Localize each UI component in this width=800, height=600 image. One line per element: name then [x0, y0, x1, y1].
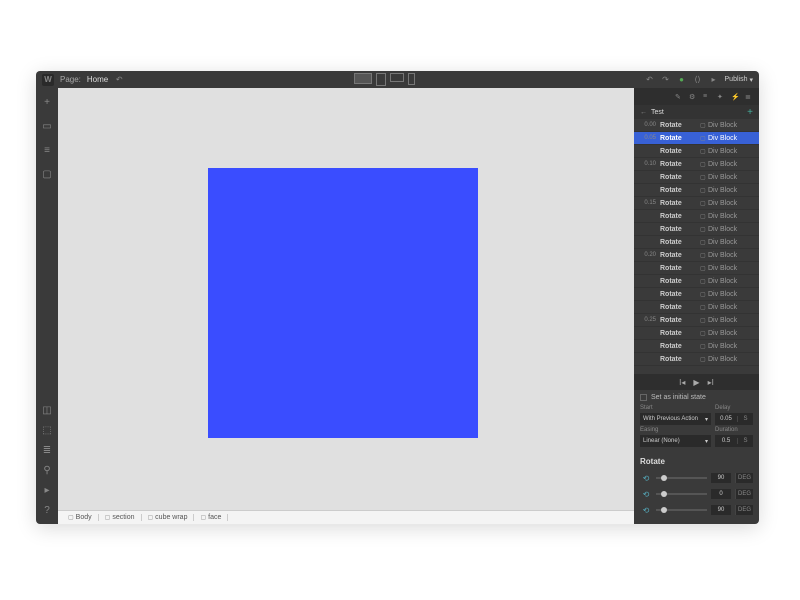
rotate-value-input[interactable]: 0 [711, 489, 731, 499]
delay-label: Delay [715, 405, 753, 411]
initial-state-checkbox[interactable] [640, 394, 647, 401]
add-action-button[interactable]: + [747, 107, 753, 118]
device-switcher [124, 73, 644, 86]
timeline-row[interactable]: Rotate▢Div Block [634, 327, 759, 340]
rotate-slider[interactable] [656, 477, 707, 479]
effects-tab-icon[interactable]: ✦ [717, 93, 725, 101]
rotate-unit: DEG [735, 489, 753, 499]
duration-label: Duration [715, 427, 753, 433]
timeline-row[interactable]: Rotate▢Div Block [634, 210, 759, 223]
breadcrumb-item[interactable]: ▢Body [62, 514, 99, 521]
code-icon[interactable]: ⟨⟩ [693, 75, 703, 85]
logo[interactable]: W [42, 74, 54, 86]
navigator-icon[interactable]: ◫ [41, 404, 53, 416]
cube-face[interactable] [208, 168, 478, 438]
timeline-row[interactable]: 0.20Rotate▢Div Block [634, 249, 759, 262]
start-label: Start [640, 405, 711, 411]
delay-input[interactable]: 0.05 S [715, 413, 753, 425]
axis-icon: ⟲ [640, 504, 652, 516]
canvas[interactable] [58, 88, 634, 510]
rotate-slider[interactable] [656, 493, 707, 495]
timeline-row[interactable]: Rotate▢Div Block [634, 236, 759, 249]
timeline-row[interactable]: Rotate▢Div Block [634, 275, 759, 288]
timeline-row[interactable]: Rotate▢Div Block [634, 353, 759, 366]
timeline-row[interactable]: 0.15Rotate▢Div Block [634, 197, 759, 210]
publish-button[interactable]: Publish ▾ [725, 76, 753, 84]
settings-tab-icon[interactable]: ⚙ [689, 93, 697, 101]
add-icon[interactable]: + [41, 96, 53, 108]
rotate-value-input[interactable]: 90 [711, 473, 731, 483]
timeline-row[interactable]: 0.25Rotate▢Div Block [634, 314, 759, 327]
page-name[interactable]: Home [87, 75, 108, 84]
timeline-row[interactable]: Rotate▢Div Block [634, 145, 759, 158]
tablet-icon[interactable] [376, 73, 386, 86]
timeline-row[interactable]: Rotate▢Div Block [634, 223, 759, 236]
playback-controls: I◂ ▶ ▸I [634, 374, 759, 390]
initial-state-label: Set as initial state [651, 394, 706, 401]
easing-select[interactable]: Linear (None)▾ [640, 435, 711, 447]
assets-icon[interactable]: ▢ [41, 168, 53, 180]
rotate-title: Rotate [640, 457, 753, 466]
desktop-icon[interactable] [354, 73, 372, 84]
cms-icon[interactable]: ≡ [41, 144, 53, 156]
left-sidebar: + ▭ ≡ ▢ ◫ ⬚ ≣ ⚲ ▸ ? [36, 88, 58, 524]
timeline-row[interactable]: 0.10Rotate▢Div Block [634, 158, 759, 171]
timeline-row[interactable]: Rotate▢Div Block [634, 288, 759, 301]
breadcrumb-item[interactable]: ▢face [194, 514, 228, 521]
timeline-row[interactable]: Rotate▢Div Block [634, 184, 759, 197]
redo-icon[interactable]: ↷ [661, 75, 671, 85]
rotate-slider[interactable] [656, 509, 707, 511]
page-label: Page: [60, 75, 81, 84]
timeline-row[interactable]: Rotate▢Div Block [634, 171, 759, 184]
timeline-row[interactable]: 0.05Rotate▢Div Block [634, 132, 759, 145]
search-icon[interactable]: ⚲ [41, 464, 53, 476]
mobile-landscape-icon[interactable] [390, 73, 404, 82]
rotate-axis-row: ⟲ 0 DEG [640, 488, 753, 500]
status-ok-icon: ● [677, 75, 687, 85]
video-icon[interactable]: ▸ [41, 484, 53, 496]
rotate-unit: DEG [735, 505, 753, 515]
breadcrumb-item[interactable]: ▢cube wrap [142, 514, 195, 521]
preview-icon[interactable]: ▸ [709, 75, 719, 85]
right-panel: ✎ ⚙ ≡ ✦ ⚡ ≣ ← Test + 0.00Rotate▢Div Bloc… [634, 88, 759, 524]
duration-input[interactable]: 0.5 S [715, 435, 753, 447]
rotate-unit: DEG [735, 473, 753, 483]
audit-icon[interactable]: ≣ [41, 444, 53, 456]
breadcrumb-item[interactable]: ▢section [99, 514, 142, 521]
undo-icon[interactable]: ↶ [645, 75, 655, 85]
interactions-tab-icon[interactable]: ⚡ [731, 93, 739, 101]
undo-icon[interactable]: ↶ [114, 75, 124, 85]
more-tab-icon[interactable]: ≣ [745, 93, 753, 101]
skip-end-icon[interactable]: ▸I [708, 378, 714, 387]
timeline-row[interactable]: Rotate▢Div Block [634, 301, 759, 314]
rotate-axis-row: ⟲ 90 DEG [640, 472, 753, 484]
mobile-icon[interactable] [408, 73, 415, 85]
timeline: 0.00Rotate▢Div Block0.05Rotate▢Div Block… [634, 119, 759, 374]
back-icon[interactable]: ← [640, 109, 647, 116]
rotate-value-input[interactable]: 90 [711, 505, 731, 515]
start-select[interactable]: With Previous Action▾ [640, 413, 711, 425]
style-tab-icon[interactable]: ✎ [675, 93, 683, 101]
rotate-axis-row: ⟲ 90 DEG [640, 504, 753, 516]
breadcrumb: ▢Body▢section▢cube wrap▢face [58, 510, 634, 524]
panel-title: Test [651, 109, 743, 116]
selector-icon[interactable]: ⬚ [41, 424, 53, 436]
topbar: W Page: Home ↶ ↶ ↷ ● ⟨⟩ ▸ Publish ▾ [36, 71, 759, 88]
play-icon[interactable]: ▶ [693, 378, 699, 387]
spacing-tab-icon[interactable]: ≡ [703, 93, 711, 101]
easing-label: Easing [640, 427, 711, 433]
timeline-row[interactable]: Rotate▢Div Block [634, 340, 759, 353]
timeline-row[interactable]: 0.00Rotate▢Div Block [634, 119, 759, 132]
timeline-row[interactable]: Rotate▢Div Block [634, 262, 759, 275]
axis-icon: ⟲ [640, 472, 652, 484]
axis-icon: ⟲ [640, 488, 652, 500]
skip-start-icon[interactable]: I◂ [679, 378, 685, 387]
help-icon[interactable]: ? [41, 504, 53, 516]
pages-icon[interactable]: ▭ [41, 120, 53, 132]
